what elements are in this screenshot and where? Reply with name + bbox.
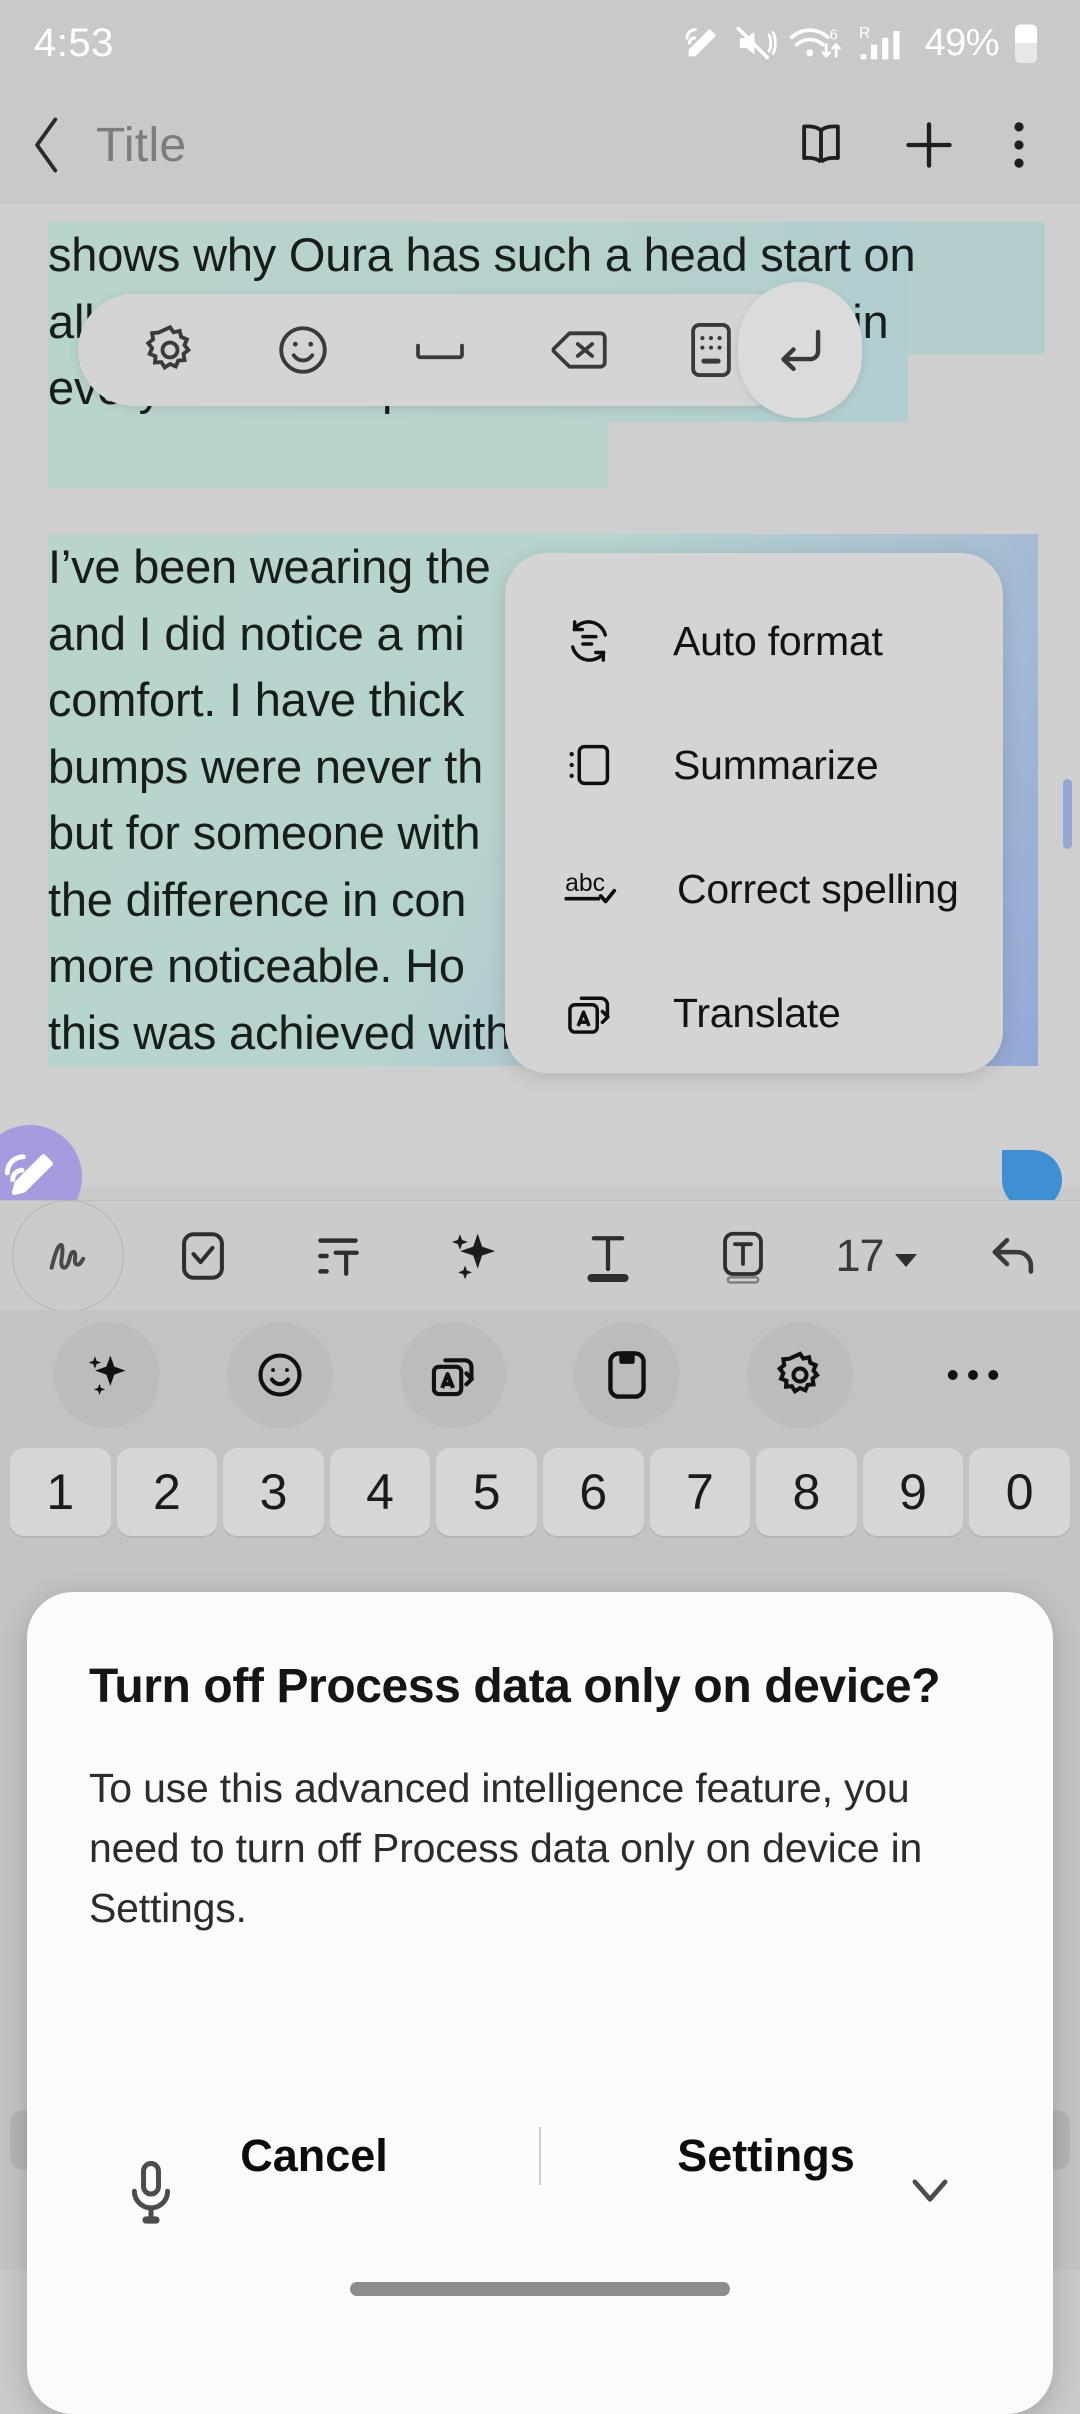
microphone-icon — [131, 2161, 171, 2224]
dialog-message: To use this advanced intelligence featur… — [89, 1765, 923, 1931]
chevron-down-icon — [912, 2179, 948, 2202]
voice-input-button[interactable] — [122, 2158, 180, 2235]
dialog-title: Turn off Process data only on device? — [89, 1660, 941, 1713]
collapse-keyboard-button[interactable] — [902, 2162, 958, 2223]
navigation-bar — [0, 2110, 1080, 2340]
home-indicator[interactable] — [350, 2282, 730, 2296]
